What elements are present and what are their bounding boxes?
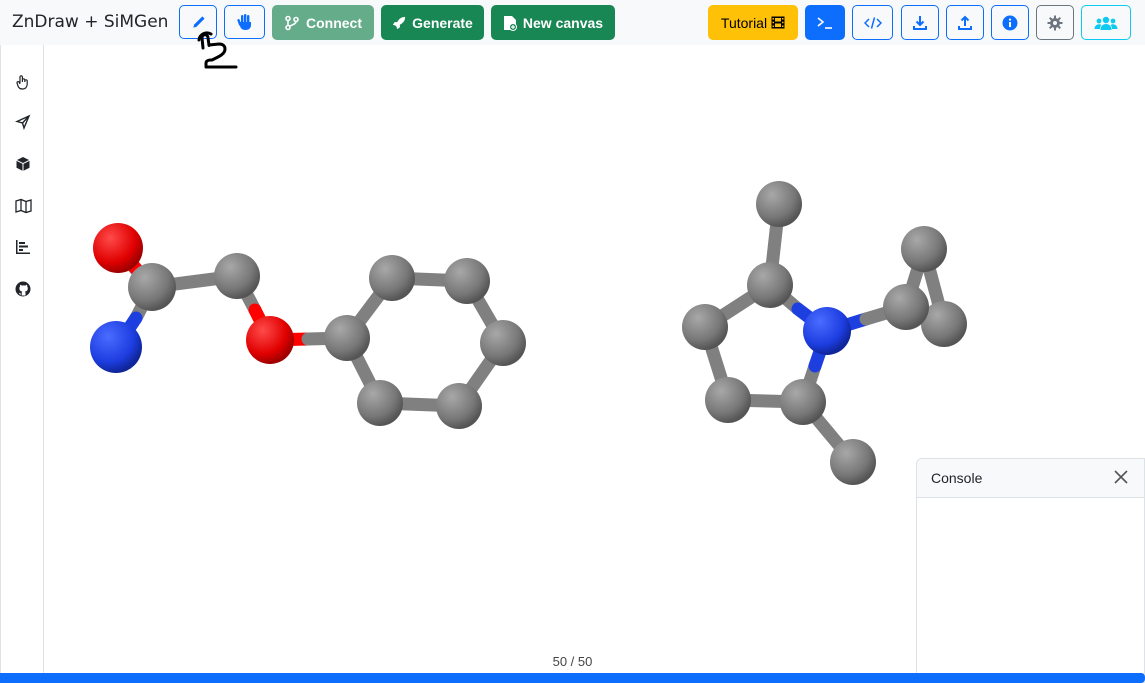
upload-icon bbox=[958, 15, 972, 30]
atom-carbon bbox=[214, 253, 260, 299]
molecule-1-bonds bbox=[111, 241, 510, 413]
bar-chart-icon bbox=[16, 240, 30, 254]
atom-nitrogen bbox=[803, 307, 851, 355]
terminal-icon bbox=[817, 16, 832, 29]
analysis-tool-button[interactable] bbox=[12, 236, 34, 258]
github-link-button[interactable] bbox=[12, 278, 34, 300]
code-button[interactable] bbox=[852, 5, 893, 40]
close-icon[interactable] bbox=[1112, 468, 1130, 486]
atom-carbon bbox=[128, 263, 176, 311]
send-tool-button[interactable] bbox=[12, 111, 34, 133]
atom-carbon bbox=[756, 181, 802, 227]
console-header: Console bbox=[917, 459, 1144, 498]
atom-carbon bbox=[780, 379, 826, 425]
atom-carbon bbox=[480, 320, 526, 366]
atom-carbon bbox=[901, 226, 947, 272]
frame-counter: 50 / 50 bbox=[552, 654, 593, 669]
film-icon bbox=[771, 16, 785, 29]
github-icon bbox=[15, 281, 31, 297]
map-icon bbox=[14, 198, 32, 214]
console-panel: Console bbox=[916, 458, 1145, 678]
progress-fill bbox=[0, 673, 1145, 683]
download-icon bbox=[913, 15, 927, 30]
rocket-icon bbox=[393, 16, 406, 29]
connect-label: Connect bbox=[306, 14, 362, 31]
tap-cursor-icon bbox=[197, 31, 238, 69]
download-button[interactable] bbox=[901, 5, 939, 40]
console-title: Console bbox=[931, 470, 983, 486]
info-icon bbox=[1002, 15, 1018, 30]
users-button[interactable] bbox=[1081, 5, 1131, 40]
box-icon bbox=[16, 157, 30, 171]
atom-carbon bbox=[682, 304, 728, 350]
tutorial-button[interactable]: Tutorial bbox=[708, 5, 798, 40]
frame-progress-bar[interactable] bbox=[0, 673, 1145, 683]
git-branch-icon bbox=[285, 15, 299, 30]
new-canvas-button[interactable]: New canvas bbox=[491, 5, 615, 40]
send-icon bbox=[15, 114, 31, 130]
new-canvas-label: New canvas bbox=[522, 14, 604, 31]
app-title: ZnDraw + SiMGen bbox=[12, 12, 169, 32]
gear-icon bbox=[1047, 15, 1063, 30]
atom-carbon bbox=[369, 255, 415, 301]
connect-button[interactable]: Connect bbox=[272, 5, 374, 40]
atom-nitrogen bbox=[90, 321, 142, 373]
molecule-1-atoms bbox=[90, 223, 526, 429]
settings-button[interactable] bbox=[1036, 5, 1074, 40]
molecule-2-atoms bbox=[682, 181, 967, 485]
atom-oxygen bbox=[93, 223, 143, 273]
atom-carbon bbox=[444, 258, 490, 304]
left-sidebar bbox=[0, 45, 44, 683]
atom-carbon bbox=[705, 377, 751, 423]
atom-carbon bbox=[357, 380, 403, 426]
console-toggle-button[interactable] bbox=[805, 5, 845, 40]
atom-oxygen bbox=[246, 316, 294, 364]
users-icon bbox=[1094, 16, 1118, 30]
pointer-hand-icon bbox=[16, 75, 28, 90]
top-navbar: ZnDraw + SiMGen Connect Generate New can… bbox=[0, 0, 1145, 45]
atom-carbon bbox=[830, 439, 876, 485]
info-button[interactable] bbox=[991, 5, 1029, 40]
map-tool-button[interactable] bbox=[12, 195, 34, 217]
selection-tool-button[interactable] bbox=[12, 71, 34, 93]
atom-carbon bbox=[324, 315, 370, 361]
code-icon bbox=[863, 16, 882, 29]
file-plus-icon bbox=[503, 15, 517, 31]
atom-carbon bbox=[747, 262, 793, 308]
geometry-tool-button[interactable] bbox=[12, 153, 34, 175]
atom-carbon bbox=[883, 284, 929, 330]
generate-label: Generate bbox=[412, 14, 473, 31]
generate-button[interactable]: Generate bbox=[381, 5, 484, 40]
atom-carbon bbox=[436, 383, 482, 429]
upload-button[interactable] bbox=[946, 5, 984, 40]
tutorial-label: Tutorial bbox=[720, 14, 768, 31]
